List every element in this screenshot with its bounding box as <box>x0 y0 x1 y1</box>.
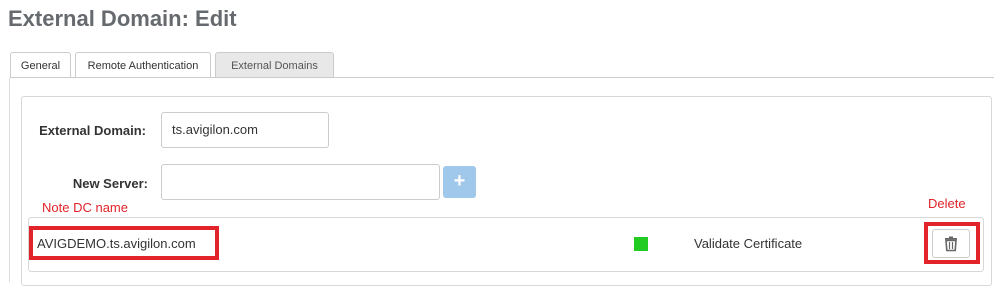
add-server-button[interactable]: + <box>443 166 476 198</box>
validate-certificate-label: Validate Certificate <box>694 236 803 251</box>
external-domain-field[interactable]: ts.avigilon.com <box>161 112 329 148</box>
new-server-label: New Server: <box>72 176 148 191</box>
note-dc-name-annotation: Note DC name <box>42 200 128 215</box>
external-domain-label: External Domain: <box>39 123 146 138</box>
server-name-highlight <box>29 226 219 260</box>
tab-remote-authentication[interactable]: Remote Authentication <box>75 52 211 77</box>
status-indicator <box>634 237 648 251</box>
tab-general[interactable]: General <box>10 52 71 77</box>
delete-server-button[interactable] <box>932 229 970 258</box>
page-title: External Domain: Edit <box>8 6 237 31</box>
new-server-field[interactable] <box>161 164 440 200</box>
delete-annotation: Delete <box>928 196 966 211</box>
plus-icon: + <box>453 170 466 192</box>
trash-icon <box>945 236 957 252</box>
tab-external-domains[interactable]: External Domains <box>215 52 334 77</box>
tab-content-border <box>9 78 10 282</box>
tab-divider <box>10 77 994 78</box>
